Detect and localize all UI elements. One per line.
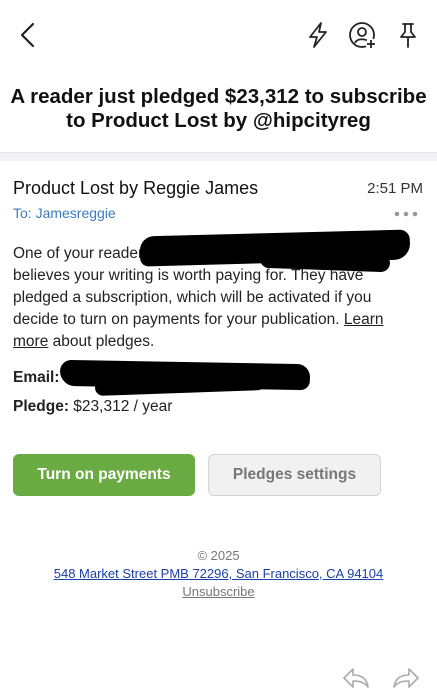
email-label: Email: xyxy=(13,369,60,386)
footer-copyright: © 2025 xyxy=(197,548,240,563)
forward-icon[interactable] xyxy=(392,667,420,689)
more-options-icon[interactable] xyxy=(393,210,419,218)
body-text-mid: believes your writing is worth paying fo… xyxy=(13,267,372,328)
pledges-settings-button[interactable]: Pledges settings xyxy=(208,454,381,496)
email-row: Email: xyxy=(13,369,60,387)
pledge-row: Pledge: $23,312 / year xyxy=(13,398,172,416)
person-add-icon[interactable] xyxy=(348,21,378,51)
email-subject: A reader just pledged $23,312 to subscri… xyxy=(10,85,427,132)
recipient-line[interactable]: To: Jamesreggie xyxy=(13,205,116,221)
back-chevron-icon[interactable] xyxy=(16,21,40,49)
pledge-label: Pledge: xyxy=(13,398,69,415)
pledge-value: $23,312 / year xyxy=(73,398,173,415)
pin-icon[interactable] xyxy=(397,21,419,49)
lightning-bolt-icon[interactable] xyxy=(305,21,331,49)
unsubscribe-link[interactable]: Unsubscribe xyxy=(0,584,437,599)
turn-on-payments-button[interactable]: Turn on payments xyxy=(13,454,195,496)
email-time: 2:51 PM xyxy=(367,180,423,197)
sender-name[interactable]: Product Lost by Reggie James xyxy=(13,178,258,199)
footer-address-link[interactable]: 548 Market Street PMB 72296, San Francis… xyxy=(0,566,437,581)
top-toolbar xyxy=(0,0,437,70)
body-text-end: about pledges. xyxy=(48,333,155,350)
reply-icon[interactable] xyxy=(342,667,370,689)
body-text-start: One of your readers xyxy=(13,245,151,262)
header-divider xyxy=(0,152,437,161)
